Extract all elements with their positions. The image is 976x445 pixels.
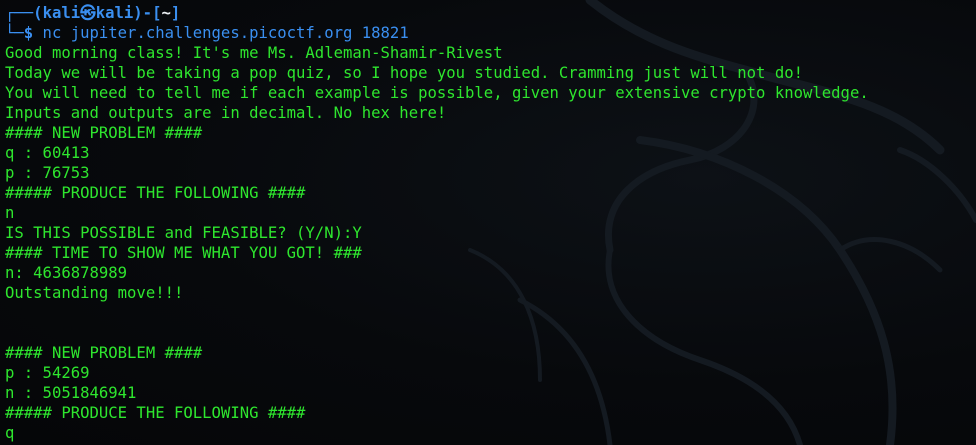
output-line: Outstanding move!!! — [5, 284, 184, 302]
output-line: q : 60413 — [5, 144, 90, 162]
output-line: #### NEW PROBLEM #### — [5, 344, 203, 362]
output-line: Inputs and outputs are in decimal. No he… — [5, 104, 447, 122]
prompt-dollar: $ — [23, 24, 34, 42]
output-line: n: 4636878989 — [5, 264, 128, 282]
command-line: └─$ nc jupiter.challenges.picoctf.org 18… — [5, 23, 970, 43]
output-line: ##### PRODUCE THE FOLLOWING #### — [5, 404, 306, 422]
prompt-cwd: ~ — [161, 4, 171, 22]
output-line: n — [5, 204, 15, 222]
output-line: q — [5, 424, 15, 442]
output-line: Good morning class! It's me Ms. Adleman-… — [5, 44, 503, 62]
prompt-at-symbol: ㉿ — [80, 4, 96, 22]
prompt-frame-end: ] — [170, 4, 181, 22]
command-text: nc jupiter.challenges.picoctf.org 18821 — [33, 24, 409, 42]
output-line: Today we will be taking a pop quiz, so I… — [5, 64, 803, 82]
output-line: IS THIS POSSIBLE and FEASIBLE? (Y/N):Y — [5, 224, 362, 242]
output-line: n : 5051846941 — [5, 384, 137, 402]
prompt-frame-mid: )-[ — [133, 4, 162, 22]
output-line: #### NEW PROBLEM #### — [5, 124, 203, 142]
output-line: #### TIME TO SHOW ME WHAT YOU GOT! ### — [5, 244, 362, 262]
prompt-line: ┌──(kali㉿kali)-[~] — [5, 3, 970, 23]
prompt-host: kali — [95, 4, 134, 22]
terminal-output: ┌──(kali㉿kali)-[~] └─$ nc jupiter.challe… — [5, 3, 970, 443]
prompt-user: kali — [42, 4, 81, 22]
prompt-frame-bottom: └─ — [5, 24, 24, 42]
terminal-window[interactable]: ┌──(kali㉿kali)-[~] └─$ nc jupiter.challe… — [0, 0, 976, 445]
output-line: You will need to tell me if each example… — [5, 84, 869, 102]
output-line: p : 76753 — [5, 164, 90, 182]
output-line: p : 54269 — [5, 364, 90, 382]
output-line: ##### PRODUCE THE FOLLOWING #### — [5, 184, 306, 202]
prompt-frame: ┌──( — [5, 4, 43, 22]
